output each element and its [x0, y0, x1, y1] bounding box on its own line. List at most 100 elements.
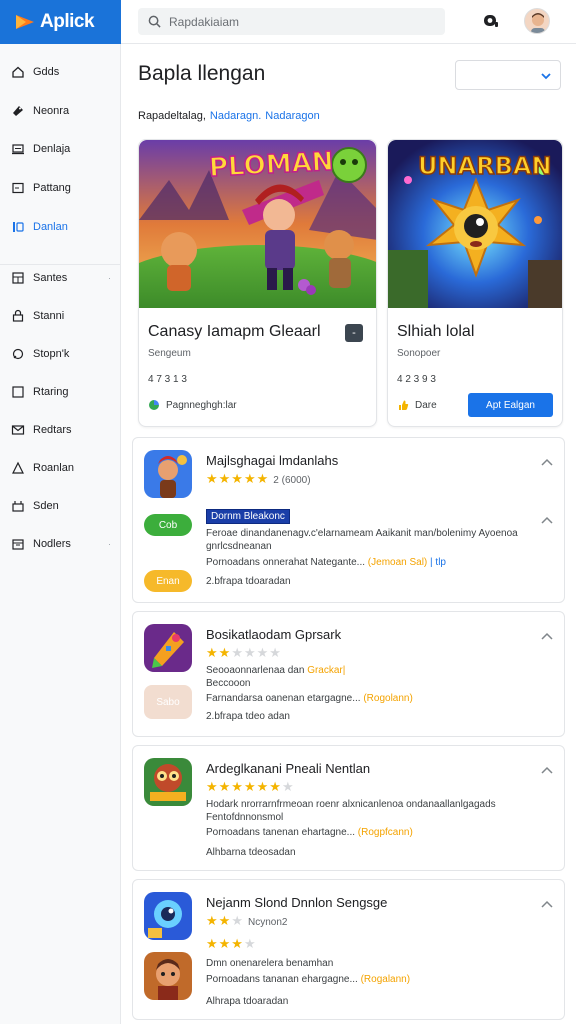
install-button[interactable]: Apt Ealgan — [468, 393, 553, 417]
sidebar-item-label: Stopn'k — [33, 348, 70, 360]
grid-icon — [12, 272, 24, 284]
sidebar-item-label: Danlan — [33, 221, 68, 233]
app-title: Ardeglkanani Pneali Nentlan — [206, 761, 371, 776]
featured-developer: Pagnneghgh:lar — [148, 399, 237, 411]
chevron-down-icon — [541, 73, 551, 80]
expand-dot-icon: · — [108, 539, 111, 549]
sidebar-item-store[interactable]: Sden — [0, 492, 121, 520]
app-meta: Alhbarna tdeosadan — [206, 847, 296, 858]
rating-label: Ncynon2 — [247, 917, 288, 928]
sidebar-item-person[interactable]: Roanlan — [0, 454, 121, 482]
star-rating: ★★★★ — [206, 936, 257, 951]
app-description: Fentofdnnonsmol — [206, 812, 284, 823]
app-description: Beccooon — [206, 678, 251, 689]
app-description: Seooaonnarlenaa dan Grackar| — [206, 665, 346, 676]
chevron-up-icon[interactable] — [541, 458, 553, 466]
sidebar-item-bookmark[interactable]: Danlan — [0, 213, 121, 241]
notifications-icon[interactable] — [480, 10, 502, 32]
artwork-title: UNARBAN — [417, 151, 552, 181]
user-avatar[interactable] — [524, 8, 550, 34]
sidebar-item-tag[interactable]: Neonra — [0, 97, 121, 125]
sidebar-item-label: Neonra — [33, 105, 70, 117]
search-input[interactable] — [169, 14, 429, 29]
star-rating: ★★★★★★ — [206, 645, 282, 660]
filter-bar: Rapadeltalag, Nadaragn. Nadaragon — [138, 110, 320, 122]
sidebar-item-label: Pattang — [33, 182, 71, 194]
chevron-up-icon[interactable] — [541, 900, 553, 908]
action-pill[interactable]: Enan — [144, 570, 192, 592]
featured-rating: 4 7 3 1 3 — [148, 374, 187, 385]
list-item[interactable]: Majlsghagai lmdanlahs ★★★★★ 2 (6000) Cob … — [132, 437, 565, 603]
sidebar-item-calendar[interactable]: Nodlers · — [0, 530, 121, 558]
bookmark-icon — [13, 222, 24, 232]
rating-count: 2 (6000) — [273, 475, 311, 486]
sidebar-item-box[interactable]: Pattang — [0, 174, 121, 202]
app-icon — [144, 624, 192, 672]
more-button[interactable]: - — [345, 324, 363, 342]
sidebar-item-label: Roanlan — [33, 462, 74, 474]
star-rating: ★★★★★ 2 (6000) — [206, 471, 311, 486]
app-meta: 2.bfrapa tdoaradan — [206, 576, 291, 587]
featured-card[interactable]: UNARBAN Slhiah lolal Sonopoer 4 2 3 9 3 … — [387, 139, 563, 427]
sidebar: Gdds Neonra Denlaja Pattang Danlan Sante… — [0, 44, 121, 1024]
filter-link[interactable]: Nadaragon — [265, 110, 319, 122]
home-icon — [12, 66, 24, 78]
sidebar-item-label: Redtars — [33, 424, 72, 436]
chevron-up-icon[interactable] — [541, 632, 553, 640]
sidebar-item-label: Santes — [33, 272, 68, 284]
sidebar-item-label: Stanni — [33, 310, 65, 322]
sidebar-item-square[interactable]: Rtaring — [0, 378, 121, 406]
filter-label: Rapadeltalag, — [138, 110, 206, 122]
square-icon — [12, 386, 24, 398]
chevron-up-icon[interactable] — [541, 766, 553, 774]
sidebar-item-home[interactable]: Gdds — [0, 58, 121, 86]
tag-icon — [13, 106, 23, 116]
search-icon — [12, 348, 24, 360]
logo-icon — [16, 15, 34, 29]
main-content: Bapla llengan Rapadeltalag, Nadaragn. Na… — [121, 44, 576, 1024]
calendar-icon — [12, 539, 24, 550]
app-icon — [144, 450, 192, 498]
lock-icon — [12, 309, 24, 322]
app-icon — [144, 952, 192, 1000]
filter-link[interactable]: Nadaragn. — [210, 110, 261, 122]
sidebar-item-label: Gdds — [33, 66, 60, 78]
app-description: Hodark nrorrarnfrmeoan roenr alxnicanlen… — [206, 799, 496, 810]
app-name: Aplick — [40, 11, 95, 32]
list-item[interactable]: Nejanm Slond Dnnlon Sengsge ★★★ Ncynon2 ★… — [132, 879, 565, 1020]
app-icon — [144, 758, 192, 806]
top-bar: Aplick — [0, 0, 576, 44]
app-icon — [144, 892, 192, 940]
featured-card[interactable]: PLOMAN Canasy Iamapm Gleaarl - Sengeum 4… — [138, 139, 377, 427]
developer-name: Pagnneghgh:lar — [166, 399, 237, 411]
app-description: Pornoadans tananan ehargagne... (Rogalan… — [206, 974, 411, 985]
sidebar-item-search[interactable]: Stopn'k — [0, 340, 121, 368]
app-description: Pornoadans tanenan ehartagne... (Rogpfca… — [206, 827, 413, 838]
sidebar-item-laptop[interactable]: Denlaja — [0, 135, 121, 163]
sidebar-item-label: Rtaring — [33, 386, 69, 398]
developer-name: Dare — [415, 399, 437, 411]
list-item[interactable]: Bosikatlaodam Gprsark ★★★★★★ Seooaonnarl… — [132, 611, 565, 737]
search-icon — [148, 15, 161, 28]
list-item[interactable]: Ardeglkanani Pneali Nentlan ★★★★★★★ Hoda… — [132, 745, 565, 871]
sidebar-item-lock[interactable]: Stanni — [0, 302, 121, 330]
featured-title: Slhiah lolal — [397, 323, 475, 340]
sidebar-item-mail[interactable]: Redtars — [0, 416, 121, 444]
chevron-up-icon[interactable] — [541, 516, 553, 524]
app-description: Pornoadans onnerahat Nategante... (Jemoa… — [206, 557, 446, 568]
search-bar[interactable] — [138, 8, 445, 35]
app-logo[interactable]: Aplick — [0, 0, 121, 44]
app-description: Farnandarsa oanenan etargagne... (Rogola… — [206, 693, 413, 704]
app-meta: 2.bfrapa tdeo adan — [206, 711, 290, 722]
sidebar-item-label: Nodlers — [33, 538, 71, 550]
developer-icon — [149, 400, 159, 410]
category-pill[interactable]: Cob — [144, 514, 192, 536]
featured-subtitle: Sonopoer — [397, 348, 441, 359]
sidebar-item-grid[interactable]: Santes · — [0, 264, 121, 292]
action-pill[interactable]: Sabo — [144, 685, 192, 719]
featured-rating: 4 2 3 9 3 — [397, 374, 436, 385]
app-description: gnrlcsdneanan — [206, 541, 272, 552]
sort-dropdown[interactable] — [455, 60, 561, 90]
featured-artwork: PLOMAN — [139, 140, 376, 308]
person-icon — [12, 461, 24, 474]
